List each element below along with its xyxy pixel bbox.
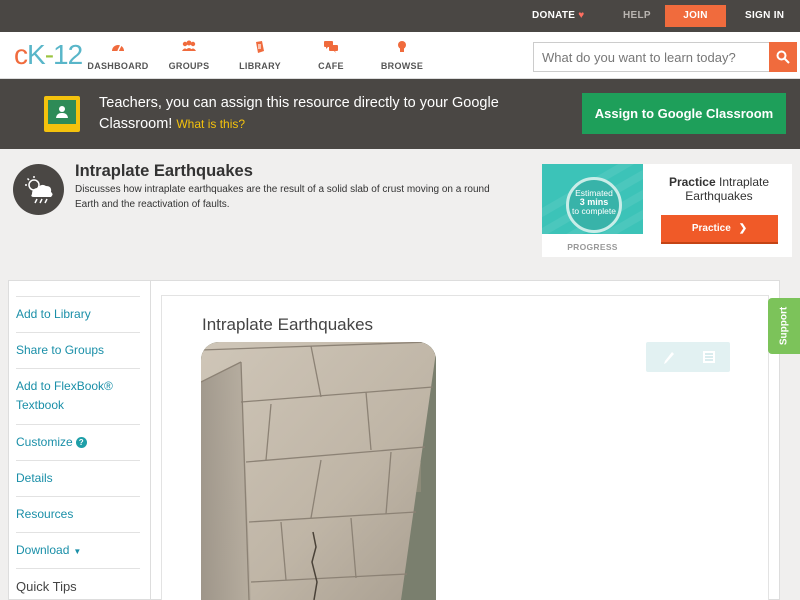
- nav-dashboard-label: DASHBOARD: [87, 61, 149, 71]
- content-title: Intraplate Earthquakes: [202, 315, 374, 334]
- search-icon: [776, 50, 790, 64]
- nav-library[interactable]: LIBRARY: [220, 40, 300, 71]
- sidebar-item-resources[interactable]: Resources: [16, 497, 140, 533]
- heart-icon: ♥: [578, 10, 585, 21]
- what-is-this-link[interactable]: What is this?: [176, 117, 245, 131]
- sidebar-item-details[interactable]: Details: [16, 461, 140, 497]
- sidebar-item-add-to-library[interactable]: Add to Library: [16, 296, 140, 333]
- search-input[interactable]: [533, 42, 770, 72]
- sidebar-item-add-to-flexbook[interactable]: Add to FlexBook® Textbook: [16, 369, 140, 425]
- help-icon[interactable]: ?: [75, 437, 87, 448]
- cafe-chat-icon: [291, 40, 371, 56]
- nav-cafe-label: CAFE: [318, 61, 344, 71]
- google-classroom-icon: [44, 96, 80, 132]
- support-tab[interactable]: Support: [768, 298, 800, 354]
- estimated-time-badge: Estimated 3 mins to complete: [566, 177, 622, 233]
- concept-title: Intraplate Earthquakes: [75, 162, 253, 180]
- progress-label: PROGRESS: [567, 242, 618, 252]
- ck12-logo[interactable]: cK-12: [14, 39, 83, 70]
- main-navigation: cK-12 DASHBOARD GROUPS LIBRARY CAFE BROW…: [0, 32, 800, 79]
- nav-browse-label: BROWSE: [380, 61, 424, 71]
- sidebar-item-label: Add to FlexBook® Textbook: [16, 379, 113, 412]
- support-label: Support: [778, 306, 790, 346]
- assign-google-classroom-button[interactable]: Assign to Google Classroom: [582, 93, 786, 134]
- nav-groups-label: GROUPS: [168, 61, 210, 71]
- lightbulb-icon: [362, 40, 442, 56]
- earth-science-weather-icon: [13, 164, 64, 215]
- practice-button-label: Practice: [691, 223, 731, 234]
- concept-description: Discusses how intraplate earthquakes are…: [75, 184, 490, 210]
- sidebar-item-label: Share to Groups: [16, 343, 105, 357]
- nav-cafe[interactable]: CAFE: [291, 40, 371, 71]
- resource-actions-sidebar: Add to Library Share to Groups Add to Fl…: [8, 280, 151, 600]
- sign-in-link[interactable]: SIGN IN: [745, 0, 784, 32]
- nav-library-label: LIBRARY: [239, 61, 281, 71]
- donate-label: DONATE: [532, 10, 576, 21]
- top-utility-bar: DONATE ♥ HELP JOIN SIGN IN: [0, 0, 800, 32]
- chevron-right-icon: ❯: [738, 223, 748, 234]
- monument-crack-photo: [201, 342, 436, 600]
- logo-dash: -: [44, 39, 54, 70]
- sidebar-item-customize[interactable]: Customize?: [16, 425, 140, 461]
- sidebar-item-download[interactable]: Download ▼: [16, 533, 140, 569]
- nav-dashboard[interactable]: DASHBOARD: [78, 40, 158, 71]
- sidebar-item-label: Customize: [16, 435, 73, 449]
- nav-browse[interactable]: BROWSE: [362, 40, 442, 71]
- practice-card: Estimated 3 mins to complete PROGRESS Pr…: [542, 164, 792, 257]
- sidebar-item-share-to-groups[interactable]: Share to Groups: [16, 333, 140, 369]
- groups-icon: [149, 40, 229, 56]
- search-button[interactable]: [769, 42, 797, 72]
- sidebar-item-label: Resources: [16, 507, 74, 521]
- nav-groups[interactable]: GROUPS: [149, 40, 229, 71]
- library-icon: [220, 40, 300, 56]
- banner-text: Teachers, you can assign this resource d…: [99, 95, 499, 132]
- join-button[interactable]: JOIN: [665, 5, 726, 27]
- donate-link[interactable]: DONATE ♥: [532, 0, 585, 32]
- help-link[interactable]: HELP: [623, 0, 651, 32]
- annotation-toolbar: [646, 342, 730, 372]
- pencil-icon[interactable]: [660, 348, 678, 366]
- banner-message: Teachers, you can assign this resource d…: [99, 93, 519, 135]
- logo-letter-c: c: [14, 39, 28, 70]
- practice-button[interactable]: Practice ❯: [661, 215, 778, 244]
- estimate-suffix: to complete: [572, 206, 616, 216]
- quick-tips-heading: Quick Tips: [16, 579, 77, 594]
- practice-title-bold: Practice: [668, 175, 716, 189]
- notes-icon[interactable]: [700, 348, 718, 366]
- sidebar-item-label: Download: [16, 543, 70, 557]
- sidebar-item-label: Add to Library: [16, 307, 91, 321]
- progress-graphic: Estimated 3 mins to complete: [542, 164, 643, 234]
- logo-letter-k: K: [27, 39, 46, 70]
- caret-down-icon: ▼: [73, 547, 82, 556]
- dashboard-icon: [78, 40, 158, 56]
- practice-title: Practice Intraplate Earthquakes: [658, 175, 780, 203]
- sidebar-item-label: Details: [16, 471, 53, 485]
- progress-panel: Estimated 3 mins to complete PROGRESS: [542, 164, 643, 257]
